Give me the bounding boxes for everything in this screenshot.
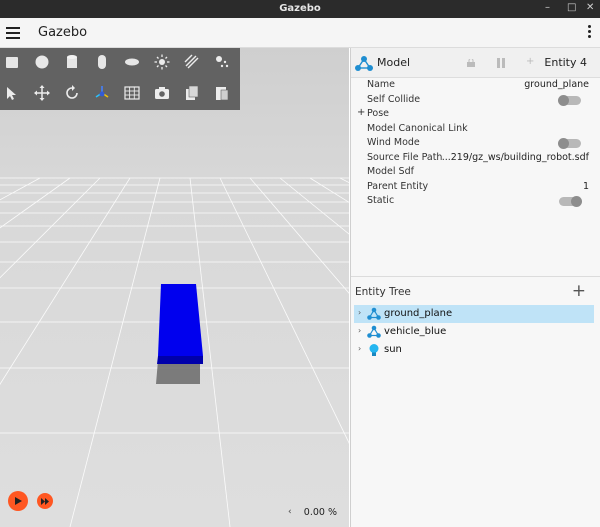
vehicle-blue-model	[158, 284, 203, 356]
add-component-icon[interactable]: +	[526, 56, 534, 67]
expand-arrow-icon[interactable]: ›	[358, 308, 361, 317]
tree-item-label: ground_plane	[384, 308, 453, 319]
inspector-type-label: Model	[377, 56, 411, 69]
light-bulb-icon	[369, 344, 379, 356]
maximize-icon[interactable]: □	[567, 2, 576, 13]
sphere-icon[interactable]	[30, 50, 54, 74]
cylinder-icon[interactable]	[60, 50, 84, 74]
directional-light-icon[interactable]	[180, 50, 204, 74]
property-key: Static	[367, 195, 395, 206]
ground-grid	[0, 177, 349, 527]
property-key: Self Collide	[367, 93, 421, 105]
pause-icon[interactable]	[496, 58, 506, 68]
property-key: Name	[367, 79, 396, 90]
model-icon	[367, 307, 381, 320]
select-arrow-icon[interactable]	[0, 81, 24, 105]
property-key: Model Sdf	[367, 166, 414, 177]
minimize-icon[interactable]: –	[545, 2, 550, 13]
property-key: Wind Mode	[367, 137, 420, 148]
model-icon	[367, 325, 381, 338]
window-title: Gazebo	[279, 3, 321, 14]
component-inspector-header: Model + Entity 4	[351, 48, 600, 78]
translate-icon[interactable]	[30, 81, 54, 105]
tree-item-vehicle-blue[interactable]: › vehicle_blue	[354, 323, 594, 341]
entity-id-label: Entity 4	[544, 56, 587, 69]
right-side-panel: Model + Entity 4 Name ground_plane Self …	[350, 48, 600, 527]
expand-icon[interactable]: +	[357, 107, 365, 118]
property-value[interactable]: ground_plane	[524, 79, 589, 90]
play-button[interactable]	[8, 491, 28, 511]
camera-icon[interactable]	[150, 81, 174, 105]
app-bar: Gazebo	[0, 18, 600, 48]
property-key: Model Canonical Link	[367, 122, 468, 134]
property-row-static: Static	[351, 194, 600, 209]
capsule-icon[interactable]	[90, 50, 114, 74]
expand-arrow-icon[interactable]: ›	[358, 344, 361, 353]
self-collide-toggle[interactable]	[558, 94, 581, 106]
property-key: Parent Entity	[367, 180, 429, 192]
property-row-source-file: Source File Path ...219/gz_ws/building_r…	[351, 151, 600, 166]
property-row-parent-entity: Parent Entity 1	[351, 180, 600, 195]
property-row-wind-mode: Wind Mode	[351, 136, 600, 151]
ellipsoid-icon[interactable]	[120, 50, 144, 74]
property-row-pose[interactable]: + Pose	[351, 107, 600, 122]
tree-item-label: vehicle_blue	[384, 326, 447, 337]
static-toggle[interactable]	[559, 196, 582, 207]
property-key: Source File Path	[367, 151, 443, 163]
paste-icon[interactable]	[210, 81, 234, 105]
kebab-menu-icon[interactable]	[588, 25, 592, 40]
copy-icon[interactable]	[180, 81, 204, 105]
property-row-canonical-link: Model Canonical Link	[351, 122, 600, 137]
wind-mode-toggle[interactable]	[558, 138, 581, 149]
sun-light-icon[interactable]	[150, 50, 174, 74]
step-button[interactable]	[37, 493, 53, 509]
rotate-icon[interactable]	[60, 81, 84, 105]
transform-icon[interactable]	[90, 81, 114, 105]
add-entity-button[interactable]: +	[572, 281, 586, 301]
property-key: Pose	[367, 108, 389, 119]
box-icon[interactable]	[0, 50, 24, 74]
model-icon	[355, 56, 373, 71]
property-value: ...219/gz_ws/building_robot.sdf	[441, 151, 589, 163]
scene-3d-viewport[interactable]: ‹ 0.00 %	[0, 48, 349, 527]
panel-divider	[351, 276, 600, 277]
grid-icon[interactable]	[120, 81, 144, 105]
expand-arrow-icon[interactable]: ›	[358, 326, 361, 335]
property-row-self-collide: Self Collide	[351, 93, 600, 108]
tree-item-sun[interactable]: › sun	[354, 341, 594, 359]
shapes-toolbar	[0, 48, 240, 110]
close-icon[interactable]: ✕	[586, 2, 594, 13]
property-row-model-sdf: Model Sdf	[351, 165, 600, 180]
app-title: Gazebo	[38, 25, 88, 40]
rtf-expand-arrow-icon[interactable]: ‹	[288, 507, 292, 517]
spot-light-icon[interactable]	[210, 50, 234, 74]
lock-icon[interactable]	[467, 59, 475, 67]
property-row-name: Name ground_plane	[351, 78, 600, 93]
window-titlebar: Gazebo – □ ✕	[0, 0, 600, 18]
hamburger-menu-icon[interactable]	[6, 25, 20, 41]
entity-tree-title: Entity Tree	[355, 286, 411, 298]
real-time-factor: 0.00 %	[303, 507, 337, 518]
tree-item-label: sun	[384, 344, 402, 355]
property-value: 1	[582, 180, 589, 192]
tree-item-ground-plane[interactable]: › ground_plane	[354, 305, 594, 323]
